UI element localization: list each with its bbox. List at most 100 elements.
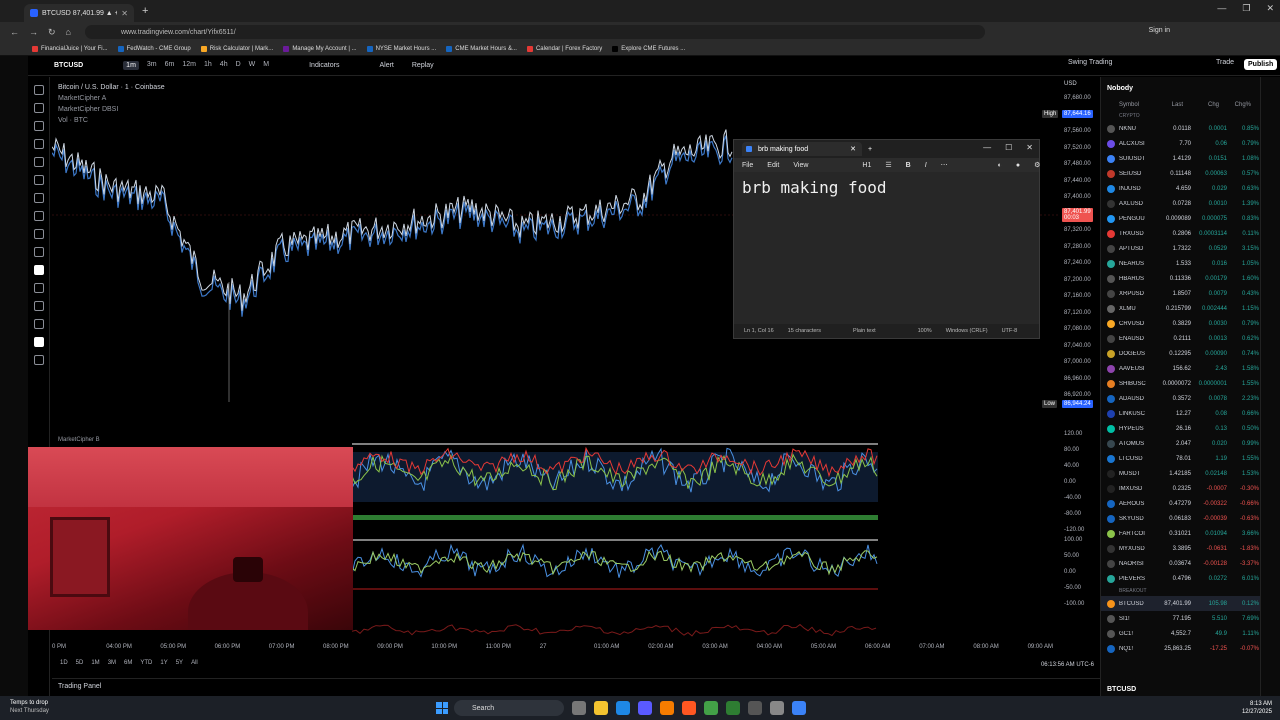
- col-chg[interactable]: Chg: [1183, 102, 1219, 108]
- bookmark-item[interactable]: Calendar | Forex Factory: [526, 45, 602, 52]
- timeframe-1h[interactable]: 1h: [204, 61, 212, 70]
- timeframe-6m[interactable]: 6m: [165, 61, 175, 70]
- col-symbol[interactable]: Symbol: [1101, 102, 1149, 108]
- pattern-tool-icon[interactable]: [33, 139, 44, 149]
- emoji-tool-icon[interactable]: [33, 211, 44, 221]
- range-1d[interactable]: 1D: [60, 660, 68, 672]
- watchlist-row[interactable]: LTCUSD 78.01 1.19 1.55%: [1101, 451, 1260, 466]
- reload-icon[interactable]: ↻: [48, 27, 56, 38]
- lock-icon[interactable]: [33, 301, 44, 311]
- ruler-icon[interactable]: [33, 229, 44, 239]
- heading-button[interactable]: H1: [862, 162, 871, 169]
- app-icon[interactable]: [726, 701, 740, 715]
- timeframe-M[interactable]: M: [263, 61, 269, 70]
- menu-file[interactable]: File: [742, 162, 753, 169]
- range-5d[interactable]: 5D: [76, 660, 84, 672]
- close-window-icon[interactable]: ✕: [1026, 143, 1033, 152]
- watchlist-row[interactable]: SKYUSD 0.06183 -0.00039 -0.63%: [1101, 511, 1260, 526]
- timeframe-W[interactable]: W: [249, 61, 256, 70]
- bookmark-item[interactable]: Manage My Account | ...: [283, 45, 357, 52]
- copilot-icon[interactable]: ◐: [998, 162, 1002, 169]
- watchlist-row[interactable]: PENGUU 0.009089 0.000075 0.83%: [1101, 211, 1260, 226]
- watchlist-row[interactable]: FARTCOI 0.31021 0.01094 3.66%: [1101, 526, 1260, 541]
- maximize-icon[interactable]: ☐: [1005, 143, 1012, 152]
- watchlist-row[interactable]: BTCUSD 87,401.99 105.98 0.12%: [1101, 596, 1260, 611]
- watchlist-row[interactable]: ADAUSD 0.3572 0.0078 2.23%: [1101, 391, 1260, 406]
- bookmark-item[interactable]: FinancialJuice | Your Fi...: [32, 45, 108, 52]
- close-tab-icon[interactable]: ✕: [121, 9, 128, 18]
- watchlist-row[interactable]: XRPUSD 1.8507 0.0079 0.43%: [1101, 286, 1260, 301]
- watchlist-row[interactable]: ALCXUSI 7.70 0.06 0.79%: [1101, 136, 1260, 151]
- italic-icon[interactable]: I: [925, 162, 927, 169]
- time-axis[interactable]: 0 PM 04:00 PM 05:00 PM 06:00 PM 07:00 PM 08:0…: [52, 644, 1062, 654]
- watchlist-row[interactable]: ENAUSD 0.2111 0.0013 0.62%: [1101, 331, 1260, 346]
- close-window-icon[interactable]: ✕: [1266, 3, 1274, 14]
- range-1y[interactable]: 1Y: [160, 660, 167, 672]
- notepad-tab[interactable]: brb making food ✕: [742, 142, 862, 156]
- forward-icon[interactable]: →: [29, 27, 38, 37]
- list-icon[interactable]: ☰: [885, 161, 891, 169]
- watchlist-row[interactable]: AXLUSD 0.0728 0.0010 1.39%: [1101, 196, 1260, 211]
- app-icon[interactable]: [770, 701, 784, 715]
- watchlist-row[interactable]: SEIUSD 0.11148 0.00063 0.57%: [1101, 166, 1260, 181]
- notepad-taskbar-icon[interactable]: [792, 701, 806, 715]
- watchlist-title[interactable]: Nobody: [1107, 85, 1133, 92]
- watchlist-row[interactable]: HBARUS 0.11336 0.00179 1.60%: [1101, 271, 1260, 286]
- bold-icon[interactable]: B: [906, 162, 911, 169]
- home-icon[interactable]: ⌂: [66, 27, 71, 37]
- range-all[interactable]: All: [191, 660, 198, 672]
- firefox-icon[interactable]: [660, 701, 674, 715]
- eye-icon[interactable]: [33, 319, 44, 329]
- watchlist-row[interactable]: GC1! 4,552.7 49.9 1.11%: [1101, 626, 1260, 641]
- new-tab-button[interactable]: +: [142, 5, 148, 17]
- publish-button[interactable]: Publish: [1244, 59, 1278, 70]
- sign-in-button[interactable]: Sign in: [1149, 27, 1170, 34]
- bookmark-item[interactable]: NYSE Market Hours ...: [366, 45, 436, 52]
- watchlist-row[interactable]: INJUSD 4.659 0.029 0.63%: [1101, 181, 1260, 196]
- url-field[interactable]: www.tradingview.com/chart/Yifx6511/: [84, 25, 985, 39]
- back-icon[interactable]: ←: [10, 27, 19, 37]
- watchlist-row[interactable]: PIEVERS 0.4796 0.0272 6.01%: [1101, 571, 1260, 586]
- watchlist-row[interactable]: ATOMUS 2.047 0.020 0.99%: [1101, 436, 1260, 451]
- watchlist-row[interactable]: IMXUSD 0.2325 -0.0007 -0.30%: [1101, 481, 1260, 496]
- settings-gear-icon[interactable]: ⚙: [1034, 161, 1040, 169]
- menu-view[interactable]: View: [793, 162, 808, 169]
- details-symbol[interactable]: BTCUSD: [1107, 686, 1136, 693]
- watchlist-row[interactable]: SI1! 77.195 5.510 7.69%: [1101, 611, 1260, 626]
- symbol-search[interactable]: BTCUSD: [54, 62, 83, 69]
- notepad-text-area[interactable]: brb making food: [734, 172, 1039, 324]
- position-tool-icon[interactable]: [33, 157, 44, 167]
- price-axis[interactable]: USD 87,680.0087,600.0087,560.0087,520.00…: [1060, 77, 1098, 657]
- magnet-icon[interactable]: [33, 265, 44, 275]
- cursor-tool-icon[interactable]: [33, 85, 44, 95]
- account-icon[interactable]: ●: [1016, 162, 1020, 169]
- trading-panel-tab[interactable]: Trading Panel: [52, 678, 1100, 694]
- link-icon[interactable]: [33, 337, 44, 347]
- indicators-button[interactable]: Indicators: [309, 62, 339, 69]
- zoom-icon[interactable]: [33, 247, 44, 257]
- excel-icon[interactable]: [704, 701, 718, 715]
- watchlist-row[interactable]: TRXUSD 0.2806 0.0003114 0.11%: [1101, 226, 1260, 241]
- watchlist-row[interactable]: NQ1! 25,863.25 -17.25 -0.07%: [1101, 641, 1260, 656]
- watchlist-row[interactable]: NEARUS 1.533 0.016 1.05%: [1101, 256, 1260, 271]
- bookmark-item[interactable]: FedWatch - CME Group: [117, 45, 191, 52]
- more-icon[interactable]: ⋯: [941, 161, 948, 169]
- watchlist-row[interactable]: APTUSD 1.7322 0.0529 3.15%: [1101, 241, 1260, 256]
- system-clock[interactable]: 8:13 AM 12/27/2025: [1242, 700, 1272, 716]
- timeframe-1m[interactable]: 1m: [123, 61, 139, 70]
- col-chg-pct[interactable]: Chg%: [1219, 102, 1251, 108]
- maximize-icon[interactable]: ❐: [1242, 3, 1250, 14]
- minimize-icon[interactable]: —: [983, 143, 991, 152]
- replay-button[interactable]: Replay: [412, 62, 434, 69]
- watchlist-row[interactable]: NKNU 0.0118 0.0001 0.85%: [1101, 121, 1260, 136]
- timeframe-3m[interactable]: 3m: [147, 61, 157, 70]
- weather-widget[interactable]: Temps to drop Next Thursday: [10, 699, 49, 715]
- range-3m[interactable]: 3M: [108, 660, 116, 672]
- timeframe-4h[interactable]: 4h: [220, 61, 228, 70]
- pencil-lock-icon[interactable]: [33, 283, 44, 293]
- range-5y[interactable]: 5Y: [176, 660, 183, 672]
- watchlist-row[interactable]: SUIUSDT 1.4129 0.0151 1.08%: [1101, 151, 1260, 166]
- fib-tool-icon[interactable]: [33, 121, 44, 131]
- folder-icon[interactable]: [594, 701, 608, 715]
- bookmark-item[interactable]: CME Market Hours &...: [446, 45, 517, 52]
